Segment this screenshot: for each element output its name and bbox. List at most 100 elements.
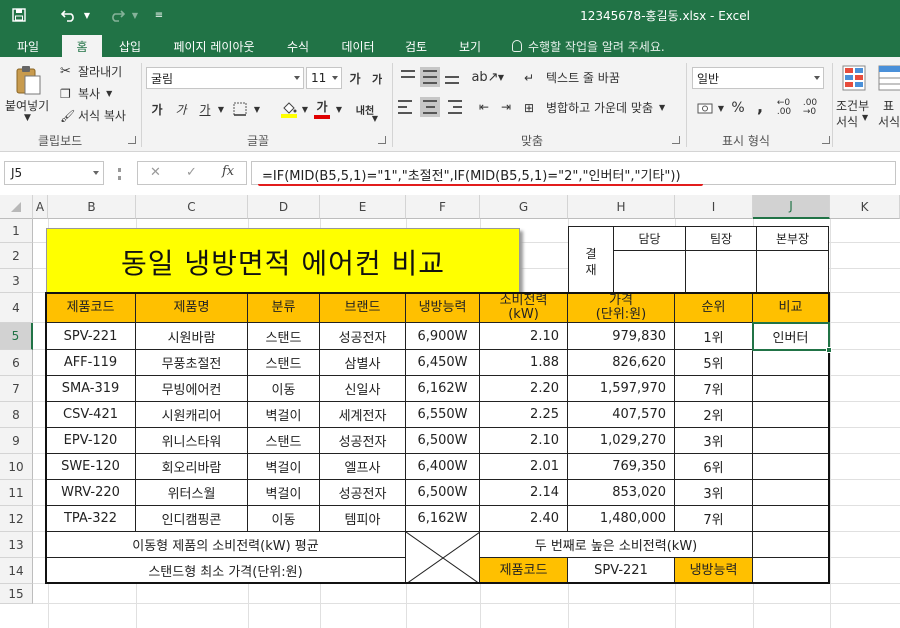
table-cell[interactable]: 1위 — [675, 323, 753, 350]
row-header-10[interactable]: 10 — [0, 454, 33, 480]
table-cell[interactable]: 7위 — [675, 506, 753, 532]
table-cell[interactable]: 성공전자 — [320, 428, 406, 454]
table-cell[interactable]: 2위 — [675, 402, 753, 428]
increase-decimal-icon[interactable]: ←0.00 — [772, 97, 796, 119]
align-center-icon[interactable] — [420, 97, 440, 117]
column-header-J[interactable]: J — [753, 195, 830, 219]
header-product-name[interactable]: 제품명 — [136, 293, 248, 323]
row-header-13[interactable]: 13 — [0, 532, 33, 558]
column-header-H[interactable]: H — [568, 195, 675, 219]
table-cell[interactable] — [753, 402, 829, 428]
table-cell[interactable]: 성공전자 — [320, 480, 406, 506]
row-header-6[interactable]: 6 — [0, 350, 33, 376]
row-header-9[interactable]: 9 — [0, 428, 33, 454]
summary-min-price-label[interactable]: 스탠드형 최소 가격(단위:원) — [46, 558, 406, 584]
align-bottom-icon[interactable] — [442, 67, 462, 87]
table-cell[interactable]: 6,400W — [406, 454, 480, 480]
column-header-D[interactable]: D — [248, 195, 320, 219]
table-cell[interactable]: 1,597,970 — [568, 376, 675, 402]
table-cell[interactable]: SWE-120 — [46, 454, 136, 480]
fill-handle[interactable] — [826, 347, 832, 353]
tab-review[interactable]: 검토 — [396, 35, 436, 57]
align-left-icon[interactable] — [398, 97, 418, 117]
table-cell[interactable]: 무풍초절전 — [136, 350, 248, 376]
table-cell[interactable]: CSV-421 — [46, 402, 136, 428]
approval-sign-team-lead[interactable] — [685, 250, 757, 298]
table-cell[interactable]: 이동 — [248, 506, 320, 532]
cut-button[interactable]: ✂ 잘라내기 — [60, 63, 122, 80]
table-cell[interactable]: 6,162W — [406, 506, 480, 532]
table-cell[interactable]: 삼별사 — [320, 350, 406, 376]
number-launcher-icon[interactable] — [822, 136, 830, 144]
table-cell[interactable]: AFF-119 — [46, 350, 136, 376]
table-cell[interactable] — [753, 376, 829, 402]
format-as-table-label-2[interactable]: 서식 — [878, 113, 900, 130]
table-cell[interactable]: EPV-120 — [46, 428, 136, 454]
table-cell[interactable]: 7위 — [675, 376, 753, 402]
summary-second-highest-value[interactable] — [753, 532, 829, 558]
fill-color-icon[interactable] — [278, 97, 300, 121]
header-category[interactable]: 분류 — [248, 293, 320, 323]
format-as-table-label[interactable]: 표 — [883, 97, 894, 114]
table-cell[interactable]: 템피아 — [320, 506, 406, 532]
format-painter-button[interactable]: 🖌 서식 복사 — [60, 107, 126, 124]
font-color-icon[interactable]: 가 — [312, 97, 332, 121]
table-cell[interactable]: 2.10 — [480, 428, 568, 454]
table-cell[interactable]: 엘프사 — [320, 454, 406, 480]
paste-dropdown-icon[interactable]: ▼ — [24, 113, 31, 123]
fill-color-dropdown-icon[interactable]: ▼ — [300, 99, 310, 119]
table-cell[interactable]: 6,162W — [406, 376, 480, 402]
column-header-E[interactable]: E — [320, 195, 406, 219]
table-cell[interactable]: 6,450W — [406, 350, 480, 376]
table-cell[interactable]: 신일사 — [320, 376, 406, 402]
table-cell[interactable]: 스탠드 — [248, 428, 320, 454]
wrap-text-button[interactable]: ↵ 텍스트 줄 바꿈 — [524, 69, 620, 86]
table-cell[interactable] — [753, 428, 829, 454]
table-cell[interactable]: 벽걸이 — [248, 454, 320, 480]
header-brand[interactable]: 브랜드 — [320, 293, 406, 323]
table-cell[interactable]: 위터스월 — [136, 480, 248, 506]
table-cell[interactable]: 407,570 — [568, 402, 675, 428]
table-cell[interactable]: 2.01 — [480, 454, 568, 480]
table-cell[interactable]: 회오리바람 — [136, 454, 248, 480]
table-cell[interactable]: 스탠드 — [248, 323, 320, 350]
summary-power-avg-label[interactable]: 이동형 제품의 소비전력(kW) 평균 — [46, 532, 406, 558]
increase-indent-icon[interactable]: ⇥ — [496, 97, 516, 117]
table-cell[interactable]: 이동 — [248, 376, 320, 402]
table-cell[interactable]: 2.14 — [480, 480, 568, 506]
table-cell[interactable] — [753, 506, 829, 532]
grow-font-button[interactable]: 가 — [346, 67, 364, 89]
approval-label[interactable]: 결 재 — [568, 226, 614, 298]
summary-code-value[interactable]: SPV-221 — [568, 558, 675, 584]
decrease-indent-icon[interactable]: ⇤ — [474, 97, 494, 117]
row-header-11[interactable]: 11 — [0, 480, 33, 506]
table-cell[interactable]: 성공전자 — [320, 323, 406, 350]
table-cell[interactable]: 979,830 — [568, 323, 675, 350]
tab-formulas[interactable]: 수식 — [278, 35, 318, 57]
name-box[interactable]: J5 — [4, 161, 104, 185]
column-header-K[interactable]: K — [830, 195, 900, 219]
table-cell[interactable]: WRV-220 — [46, 480, 136, 506]
tab-insert[interactable]: 삽입 — [108, 35, 152, 57]
italic-button[interactable]: 가 — [172, 99, 190, 119]
tab-view[interactable]: 보기 — [450, 35, 490, 57]
table-cell[interactable]: 769,350 — [568, 454, 675, 480]
font-size-select[interactable]: 11 — [306, 67, 342, 89]
alignment-launcher-icon[interactable] — [672, 136, 680, 144]
tab-data[interactable]: 데이터 — [332, 35, 384, 57]
table-cell[interactable]: 3위 — [675, 428, 753, 454]
insert-function-icon[interactable]: fx — [222, 164, 234, 179]
resize-handle-icon[interactable] — [118, 168, 121, 180]
column-header-G[interactable]: G — [480, 195, 568, 219]
row-header-1[interactable]: 1 — [0, 219, 33, 243]
approval-role-team-lead[interactable]: 팀장 — [685, 226, 757, 251]
table-cell[interactable]: SMA-319 — [46, 376, 136, 402]
tab-page-layout[interactable]: 페이지 레이아웃 — [160, 35, 268, 57]
cancel-icon[interactable]: ✕ — [150, 165, 161, 180]
underline-button[interactable]: 가 — [196, 99, 214, 119]
row-header-8[interactable]: 8 — [0, 402, 33, 428]
table-cell[interactable] — [753, 480, 829, 506]
table-cell[interactable]: 시원캐리어 — [136, 402, 248, 428]
table-cell[interactable]: 2.25 — [480, 402, 568, 428]
clipboard-launcher-icon[interactable] — [128, 136, 136, 144]
